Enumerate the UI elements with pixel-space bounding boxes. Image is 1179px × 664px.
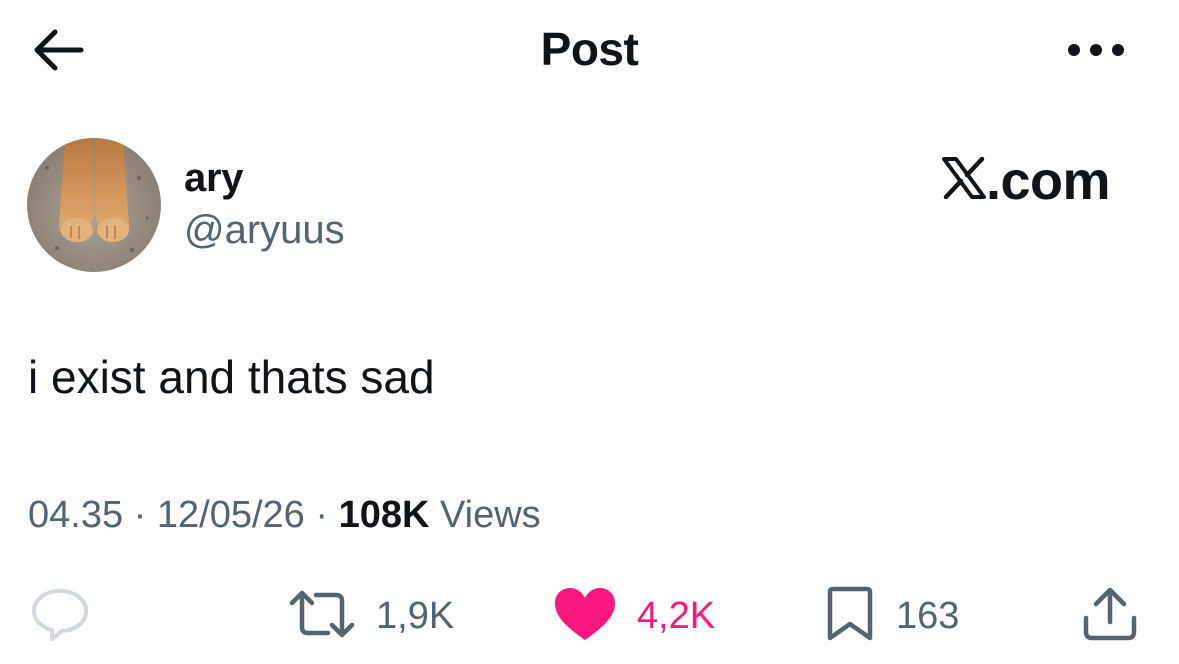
more-horizontal-icon [1066, 43, 1126, 62]
heart-icon [553, 586, 617, 647]
like-count: 4,2K [637, 594, 716, 637]
views-label: Views [439, 494, 541, 536]
more-options-button[interactable] [1058, 30, 1134, 74]
bookmark-icon [824, 586, 876, 647]
repost-icon [288, 587, 356, 646]
meta-separator: · [133, 494, 157, 536]
repost-count: 1,9K [376, 594, 455, 637]
bookmark-count: 163 [896, 594, 960, 637]
author-handle[interactable]: @aryuus [184, 208, 345, 253]
watermark-domain: .com [986, 151, 1111, 211]
site-watermark: .com [942, 150, 1111, 212]
post-time[interactable]: 04.35 [28, 494, 123, 536]
share-icon [1080, 586, 1140, 647]
bookmark-button[interactable]: 163 [824, 586, 960, 647]
page-title: Post [540, 23, 639, 75]
repost-button[interactable]: 1,9K [288, 588, 454, 644]
avatar[interactable] [27, 138, 161, 272]
post-date[interactable]: 12/05/26 [157, 494, 305, 536]
reply-icon [28, 586, 92, 647]
meta-separator: · [315, 494, 339, 536]
like-button[interactable]: 4,2K [553, 586, 716, 647]
post-text: i exist and thats sad [28, 351, 435, 403]
reply-button[interactable] [28, 588, 92, 644]
author-display-name[interactable]: ary [184, 156, 243, 201]
views-count[interactable]: 108K [339, 494, 430, 536]
x-logo-icon [942, 150, 986, 212]
share-button[interactable] [1080, 586, 1140, 647]
post-meta: 04.35 · 12/05/26 · 108K Views [28, 494, 541, 537]
